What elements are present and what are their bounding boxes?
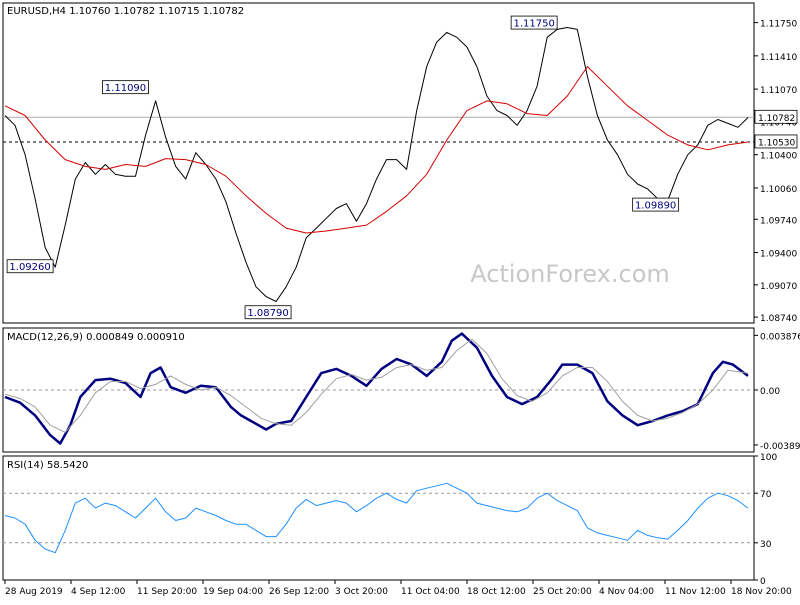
xtick-label: 26 Sep 12:00	[269, 587, 329, 597]
main-ytick-label: 1.09400	[760, 250, 797, 260]
main-ytick-label: 1.09070	[760, 282, 797, 292]
price-label-text: 1.10782	[758, 114, 795, 124]
xtick-label: 19 Sep 04:00	[203, 587, 263, 597]
watermark: ActionForex.com	[470, 260, 670, 288]
main-ytick-label: 1.11070	[760, 86, 797, 96]
rsi-pane-frame	[2, 455, 755, 581]
macd-series-0	[4, 332, 749, 445]
rsi-ytick-label: 70	[760, 490, 772, 500]
rsi-ytick-label: 30	[760, 540, 772, 550]
annotation-label: 1.11090	[105, 83, 146, 94]
xtick-label: 11 Sep 20:00	[137, 587, 197, 597]
rsi-pane-label: RSI(14) 58.5420	[7, 460, 88, 471]
rsi-series-0	[4, 482, 749, 554]
eurusd-chart: ActionForex.com EURUSD,H4 1.10760 1.10782…	[2, 2, 800, 597]
xtick-label: 4 Sep 12:00	[71, 587, 126, 597]
main-ytick-label: 1.10060	[760, 185, 797, 195]
xtick-label: 11 Nov 12:00	[665, 587, 726, 597]
xtick-label: 25 Oct 20:00	[533, 587, 592, 597]
annotation-label: 1.09890	[635, 201, 676, 212]
macd-pane-label: MACD(12,26,9) 0.000849 0.000910	[7, 332, 185, 343]
annotation-label: 1.11750	[513, 19, 554, 30]
annotation-label: 1.08790	[247, 308, 288, 319]
main-ytick-label: 1.10400	[760, 152, 797, 162]
xtick-label: 11 Oct 04:00	[401, 587, 460, 597]
main-ytick-label: 1.11750	[760, 20, 797, 30]
annotation-label: 1.09260	[9, 262, 50, 273]
main-ytick-label: 1.11410	[760, 53, 797, 63]
macd-ytick-label: 0.00	[760, 387, 780, 397]
chart-root: ActionForex.com EURUSD,H4 1.10760 1.10782…	[0, 0, 800, 600]
macd-ytick-label: 0.003876	[760, 332, 800, 342]
main-pane-label: EURUSD,H4 1.10760 1.10782 1.10715 1.1078…	[7, 6, 244, 17]
xtick-label: 4 Nov 04:00	[599, 587, 654, 597]
main-ytick-label: 1.08740	[760, 314, 797, 324]
price-label-text: 1.10530	[758, 138, 795, 148]
rsi-ytick-label: 100	[760, 453, 777, 463]
xtick-label: 28 Aug 2019	[5, 587, 63, 597]
xtick-label: 18 Nov 20:00	[731, 587, 792, 597]
main-ytick-label: 1.09740	[760, 216, 797, 226]
macd-series-1	[4, 338, 749, 433]
xtick-label: 18 Oct 12:00	[467, 587, 526, 597]
macd-ytick-label: -0.003899	[760, 442, 800, 452]
xtick-label: 3 Oct 20:00	[335, 587, 388, 597]
rsi-ytick-label: 0	[760, 577, 766, 587]
